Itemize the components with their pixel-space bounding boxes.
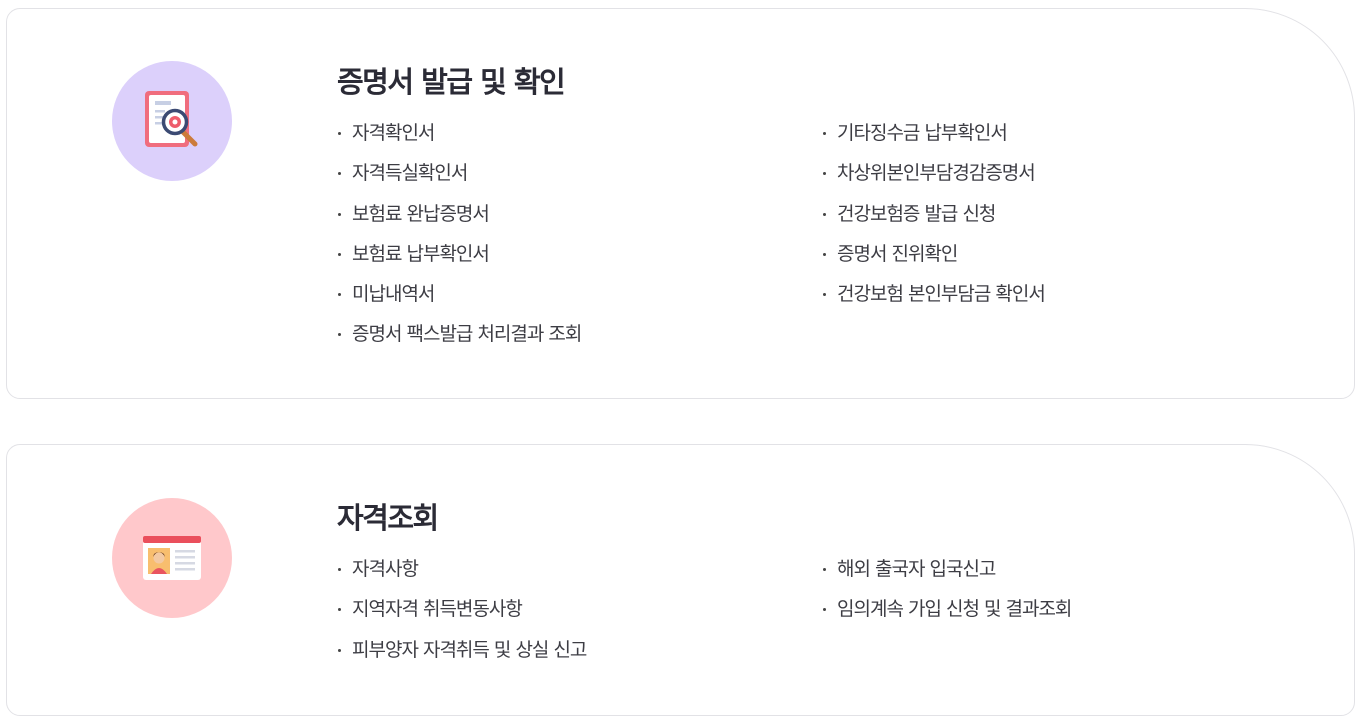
link-item[interactable]: 증명서 팩스발급 처리결과 조회 [337,320,582,360]
link-item[interactable]: 미납내역서 [337,280,581,320]
section-title: 증명서 발급 및 확인 [337,65,566,99]
link-item[interactable]: 차상위본인부담경감증명서 [822,159,1045,199]
link-list-right: 기타징수금 납부확인서 차상위본인부담경감증명서 건강보험증 발급 신청 증명서… [822,119,1046,320]
link-list-right: 해외 출국자 입국신고 임의계속 가입 신청 및 결과조회 [822,555,1072,636]
link-item[interactable]: 자격득실확인서 [337,159,581,199]
link-item[interactable]: 증명서 진위확인 [822,240,1045,280]
link-item[interactable]: 임의계속 가입 신청 및 결과조회 [822,595,1072,635]
link-item[interactable]: 자격확인서 [337,119,581,159]
section-title: 자격조회 [337,501,439,535]
link-list-left: 자격사항 지역자격 취득변동사항 피부양자 자격취득 및 상실 신고 [337,555,587,676]
link-list-left: 자격확인서 자격득실확인서 보험료 완납증명서 보험료 납부확인서 미납내역서 … [337,119,582,361]
link-item[interactable]: 자격사항 [337,555,586,595]
certificate-section-card: 증명서 발급 및 확인 자격확인서 자격득실확인서 보험료 완납증명서 보험료 … [6,8,1355,399]
link-item[interactable]: 보험료 납부확인서 [337,240,581,280]
link-item[interactable]: 건강보험 본인부담금 확인서 [822,280,1046,320]
link-item[interactable]: 기타징수금 납부확인서 [822,119,1045,159]
link-item[interactable]: 해외 출국자 입국신고 [822,555,1071,595]
link-item[interactable]: 피부양자 자격취득 및 상실 신고 [337,636,587,676]
id-card-icon [112,498,232,618]
link-item[interactable]: 보험료 완납증명서 [337,200,581,240]
link-item[interactable]: 지역자격 취득변동사항 [337,595,586,635]
link-item[interactable]: 건강보험증 발급 신청 [822,200,1045,240]
certificate-search-icon [112,61,232,181]
eligibility-section-card: 자격조회 자격사항 지역자격 취득변동사항 피부양자 자격취득 및 상실 신고 … [6,444,1355,716]
